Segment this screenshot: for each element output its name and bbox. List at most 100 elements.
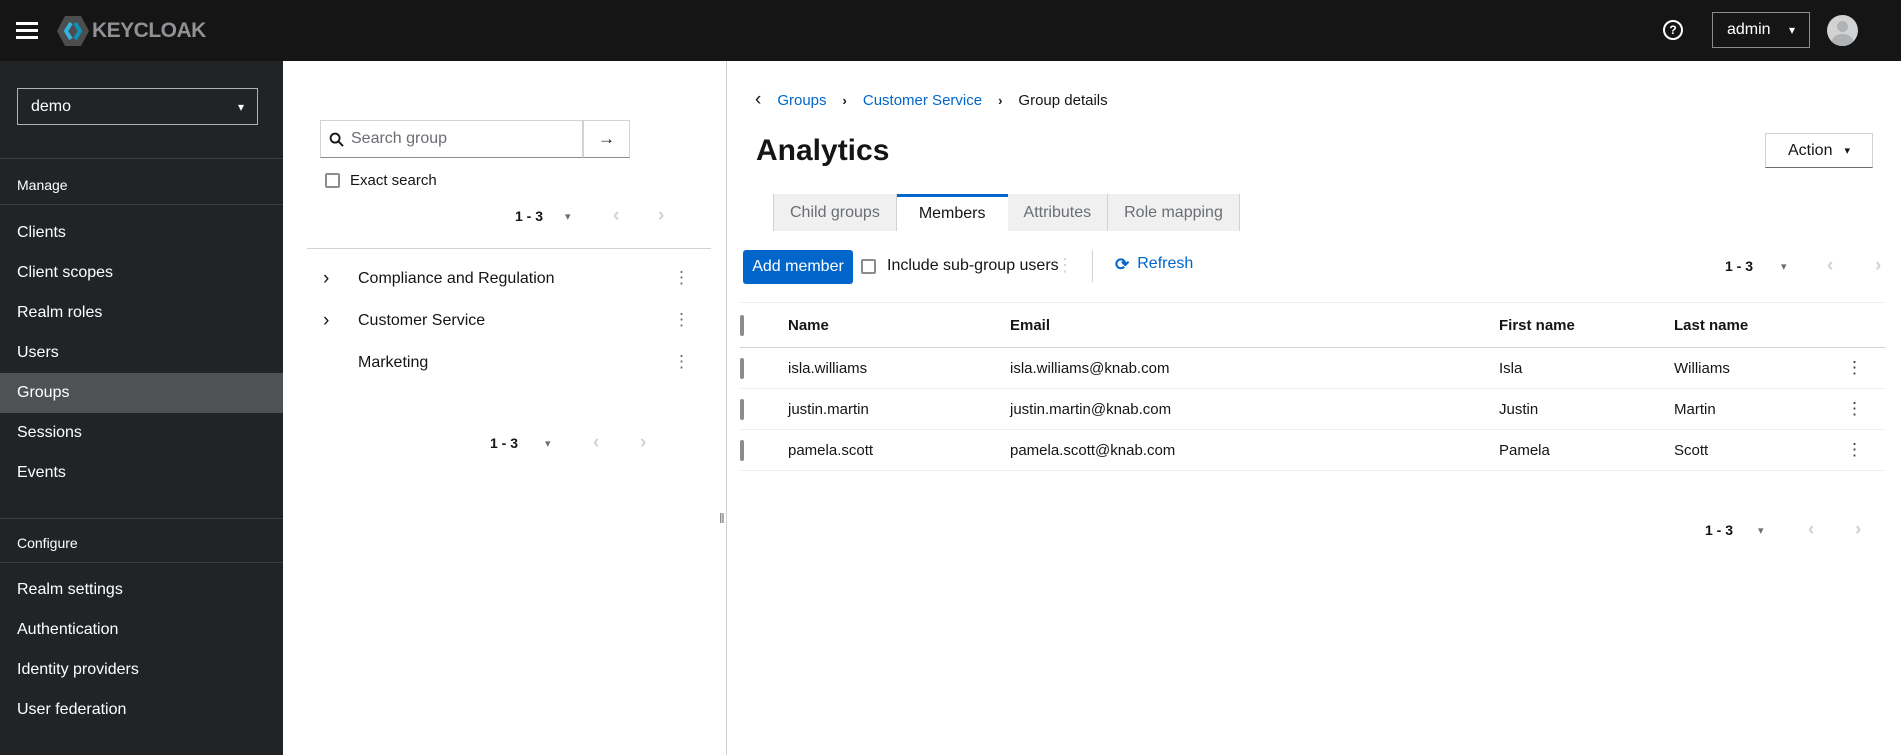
help-icon[interactable]: ? xyxy=(1663,20,1683,40)
table-row: justin.martin justin.martin@knab.com Jus… xyxy=(740,388,1886,430)
chevron-down-icon[interactable]: ▾ xyxy=(1781,260,1787,273)
search-input[interactable] xyxy=(351,130,561,148)
search-submit-button[interactable]: → xyxy=(583,120,630,158)
prev-page-button[interactable]: ‹ xyxy=(593,433,599,452)
sidebar-item-user-federation[interactable]: User federation xyxy=(0,690,283,730)
sidebar-item-realm-roles[interactable]: Realm roles xyxy=(0,293,283,333)
sidebar-item-identity-providers[interactable]: Identity providers xyxy=(0,650,283,690)
user-dropdown[interactable]: admin ▾ xyxy=(1712,12,1810,48)
row-checkbox[interactable] xyxy=(740,357,744,379)
column-header-first-name[interactable]: First name xyxy=(1499,302,1674,348)
next-page-button[interactable]: › xyxy=(658,206,664,225)
exact-search-checkbox[interactable] xyxy=(325,173,340,188)
masthead: KEYCLOAK ? admin ▾ xyxy=(0,0,1901,61)
member-username-link[interactable]: justin.martin xyxy=(788,388,1010,430)
section-label-manage: Manage xyxy=(17,177,68,193)
row-kebab-menu-icon[interactable]: ⋮ xyxy=(1846,440,1863,459)
chevron-down-icon[interactable]: ▾ xyxy=(545,437,551,450)
prev-page-button[interactable]: ‹ xyxy=(1827,256,1833,275)
row-kebab-menu-icon[interactable]: ⋮ xyxy=(1846,399,1863,418)
expand-chevron-icon[interactable]: › xyxy=(323,268,329,290)
tab-role-mapping[interactable]: Role mapping xyxy=(1108,194,1240,231)
arrow-right-icon: → xyxy=(598,129,615,148)
next-page-button[interactable]: › xyxy=(1875,256,1881,275)
group-details-main: ‹ Groups › Customer Service › Group deta… xyxy=(727,61,1901,755)
search-icon xyxy=(329,132,344,147)
group-name[interactable]: Compliance and Regulation xyxy=(358,268,555,290)
realm-select[interactable]: demo ▾ xyxy=(17,88,258,125)
prev-page-button[interactable]: ‹ xyxy=(1808,520,1814,539)
next-page-button[interactable]: › xyxy=(640,433,646,452)
group-name[interactable]: Marketing xyxy=(358,352,428,374)
group-search-field[interactable] xyxy=(320,120,583,158)
chevron-down-icon[interactable]: ▾ xyxy=(565,210,571,223)
members-table: Name Email First name Last name isla.wil… xyxy=(740,302,1886,471)
action-dropdown-button[interactable]: Action ▾ xyxy=(1765,133,1873,168)
group-name[interactable]: Customer Service xyxy=(358,310,485,332)
row-kebab-menu-icon[interactable]: ⋮ xyxy=(1846,358,1863,377)
back-chevron-icon[interactable]: ‹ xyxy=(755,90,761,110)
sidebar-item-client-scopes[interactable]: Client scopes xyxy=(0,253,283,293)
member-first-name: Pamela xyxy=(1499,429,1674,471)
column-header-last-name[interactable]: Last name xyxy=(1674,302,1846,348)
page-range[interactable]: 1 - 3 xyxy=(1725,258,1753,274)
member-username-link[interactable]: pamela.scott xyxy=(788,429,1010,471)
member-username-link[interactable]: isla.williams xyxy=(788,347,1010,389)
kebab-menu-icon[interactable]: ⋮ xyxy=(673,311,690,328)
refresh-button[interactable]: ⟳ Refresh xyxy=(1115,255,1193,273)
prev-page-button[interactable]: ‹ xyxy=(613,206,619,225)
sidebar-item-realm-settings[interactable]: Realm settings xyxy=(0,570,283,610)
groups-pagination-bottom: 1 - 3 ▾ ‹ › xyxy=(283,432,727,454)
group-detail-tabs: Child groups Members Attributes Role map… xyxy=(773,194,1240,231)
divider xyxy=(1092,250,1093,282)
kebab-menu-icon[interactable]: ⋮ xyxy=(673,269,690,286)
page-range[interactable]: 1 - 3 xyxy=(515,208,543,224)
add-member-button[interactable]: Add member xyxy=(743,250,853,284)
kebab-menu-icon[interactable]: ⋮ xyxy=(673,353,690,370)
row-checkbox[interactable] xyxy=(740,398,744,420)
next-page-button[interactable]: › xyxy=(1855,520,1861,539)
divider xyxy=(0,518,283,519)
tab-child-groups[interactable]: Child groups xyxy=(773,194,897,231)
sidebar-item-users[interactable]: Users xyxy=(0,333,283,373)
exact-search-control: Exact search xyxy=(325,172,437,189)
tree-item-customer-service[interactable]: › Customer Service ⋮ xyxy=(283,301,727,343)
page-range[interactable]: 1 - 3 xyxy=(1705,522,1733,538)
select-all-checkbox[interactable] xyxy=(740,314,744,336)
sidebar-item-groups[interactable]: Groups xyxy=(0,373,283,413)
table-row: pamela.scott pamela.scott@knab.com Pamel… xyxy=(740,429,1886,471)
breadcrumb-separator-icon: › xyxy=(842,92,847,108)
divider xyxy=(307,248,711,249)
column-header-name[interactable]: Name xyxy=(788,302,1010,348)
tab-attributes[interactable]: Attributes xyxy=(1007,194,1109,231)
sidebar-item-sessions[interactable]: Sessions xyxy=(0,413,283,453)
member-last-name: Martin xyxy=(1674,388,1846,430)
exact-search-label: Exact search xyxy=(350,172,437,189)
tab-members[interactable]: Members xyxy=(896,194,1008,231)
column-header-email[interactable]: Email xyxy=(1010,302,1499,348)
panel-resize-handle[interactable]: ‖ xyxy=(719,510,725,526)
tree-item-compliance-and-regulation[interactable]: › Compliance and Regulation ⋮ xyxy=(283,259,727,301)
chevron-down-icon[interactable]: ▾ xyxy=(1758,524,1764,537)
sidebar-item-authentication[interactable]: Authentication xyxy=(0,610,283,650)
include-subgroup-label: Include sub-group users xyxy=(887,257,1059,274)
sidebar-item-events[interactable]: Events xyxy=(0,453,283,493)
divider xyxy=(0,158,283,159)
expand-chevron-icon[interactable]: › xyxy=(323,310,329,332)
member-email: justin.martin@knab.com xyxy=(1010,388,1499,430)
avatar[interactable] xyxy=(1827,15,1858,46)
chevron-down-icon: ▾ xyxy=(1844,145,1850,157)
toolbar-kebab-menu-icon[interactable]: ⋮ xyxy=(1056,256,1074,274)
row-checkbox[interactable] xyxy=(740,439,744,461)
nav-toggle-hamburger-icon[interactable] xyxy=(16,22,38,39)
breadcrumb-link-customer-service[interactable]: Customer Service xyxy=(863,92,982,109)
include-subgroup-control: Include sub-group users xyxy=(861,257,1059,275)
member-email: isla.williams@knab.com xyxy=(1010,347,1499,389)
include-subgroup-checkbox[interactable] xyxy=(861,258,876,274)
page-range[interactable]: 1 - 3 xyxy=(490,435,518,451)
sidebar-item-clients[interactable]: Clients xyxy=(0,213,283,253)
tree-item-marketing[interactable]: Marketing ⋮ xyxy=(283,343,727,385)
member-first-name: Justin xyxy=(1499,388,1674,430)
breadcrumb-link-groups[interactable]: Groups xyxy=(777,92,826,109)
refresh-label: Refresh xyxy=(1137,255,1194,272)
